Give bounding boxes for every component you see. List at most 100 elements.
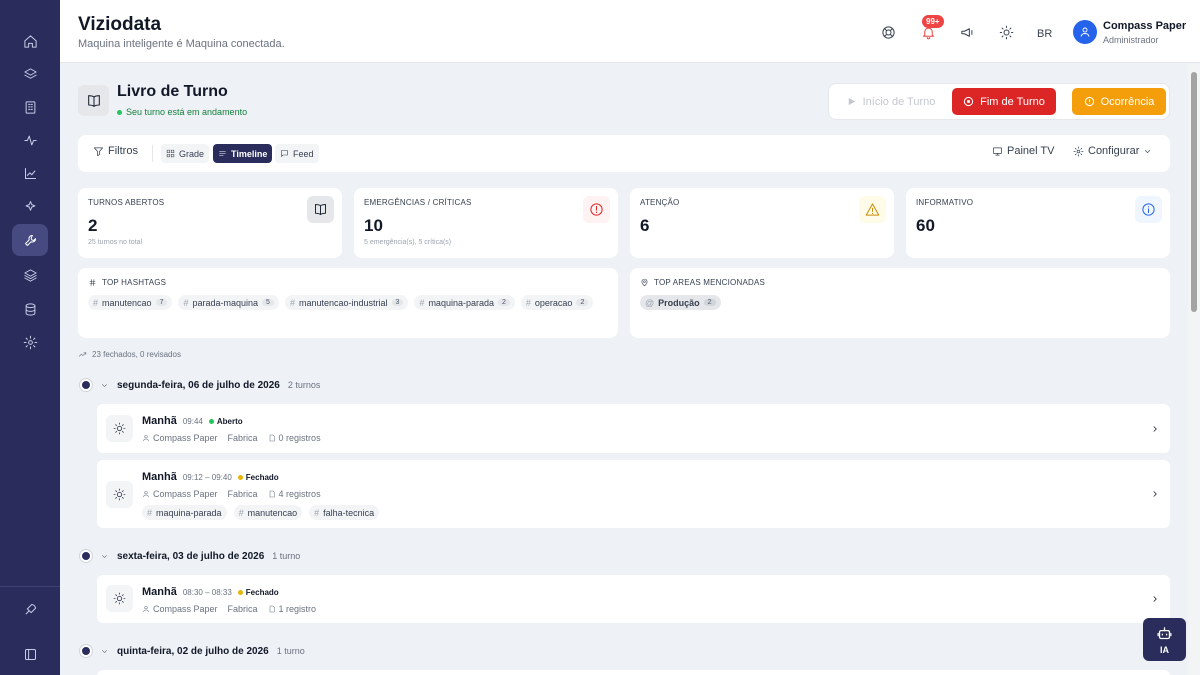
filters-button[interactable]: Filtros (93, 145, 138, 157)
tv-panel-button[interactable]: Painel TV (992, 145, 1055, 157)
language-selector[interactable]: BR (1037, 28, 1052, 40)
day-title: sexta-feira, 03 de julho de 2026 (117, 550, 265, 562)
area-text: Produção (658, 297, 700, 308)
home-icon[interactable] (12, 25, 48, 57)
hashtag-text: falha-tecnica (323, 507, 375, 518)
view-grid-label: Grade (179, 148, 205, 159)
view-grid-button[interactable]: Grade (161, 144, 210, 163)
shift-meta: Compass Paper Fabrica 0 registros (142, 433, 321, 443)
top-header: Viziodata Maquina inteligente é Maquina … (60, 0, 1200, 63)
hashtag-chip[interactable]: # maquina-parada 2 (414, 295, 515, 310)
configure-button[interactable]: Configurar (1073, 145, 1152, 157)
occurrence-button[interactable]: Ocorrência (1072, 88, 1166, 115)
avatar[interactable] (1073, 20, 1097, 44)
day-count: 1 turno (272, 551, 301, 561)
shift-card[interactable]: Manhã 09:12 – 09:40 Fechado Compass Pape… (97, 460, 1170, 528)
sidebar-toggle-icon[interactable] (12, 638, 48, 670)
hashtag-text: manutencao (247, 507, 298, 518)
ai-assistant-button[interactable]: IA (1143, 618, 1186, 661)
shift-card[interactable] (97, 670, 1170, 675)
shift-time: 08:30 – 08:33 (182, 587, 232, 597)
sun-icon (106, 415, 133, 442)
activity-icon[interactable] (12, 124, 48, 156)
shift-time: 09:12 – 09:40 (182, 472, 232, 482)
hashtag-count: 2 (576, 299, 589, 306)
sidebar-divider (0, 586, 60, 587)
building-icon[interactable] (12, 91, 48, 123)
timeline-dot (80, 645, 92, 657)
day-group-header[interactable]: sexta-feira, 03 de julho de 2026 1 turno (80, 549, 300, 563)
shift-status-indicator: Seu turno está em andamento (117, 107, 247, 117)
stack-icon[interactable] (12, 259, 48, 291)
chevron-right-icon[interactable] (1150, 489, 1160, 499)
hashtag-chip[interactable]: # manutencao-industrial 3 (284, 295, 409, 310)
shift-card[interactable]: Manhã 09:44 Aberto Compass Paper Fabrica… (97, 404, 1170, 453)
end-shift-label: Fim de Turno (980, 95, 1045, 108)
hashtag-chip[interactable]: # parada-maquina 5 (178, 295, 279, 310)
shift-name: Manhã (142, 586, 177, 598)
layers-icon[interactable] (12, 58, 48, 90)
notification-badge: 99+ (922, 15, 944, 28)
hashtag-chip[interactable]: # falha-tecnica (309, 505, 380, 520)
wrench-icon[interactable] (12, 224, 48, 256)
end-shift-button[interactable]: Fim de Turno (952, 88, 1056, 115)
filter-icon (94, 146, 103, 156)
user-name[interactable]: Compass Paper (1103, 20, 1186, 32)
shift-area: Fabrica (227, 433, 258, 443)
database-icon[interactable] (12, 293, 48, 325)
day-group-header[interactable]: segunda-feira, 06 de julho de 2026 2 tur… (80, 378, 320, 392)
stat-label: EMERGÊNCIAS / CRÍTICAS (364, 198, 472, 207)
gear-icon[interactable] (12, 326, 48, 358)
ai-assistant-label: IA (1160, 644, 1169, 655)
hashtag-text: maquina-parada (156, 507, 222, 518)
hashtag-chip[interactable]: # manutencao (233, 505, 303, 520)
stat-sub: 5 emergência(s), 5 crítica(s) (364, 239, 452, 246)
rocket-icon[interactable] (12, 593, 48, 625)
sparkles-icon[interactable] (12, 190, 48, 222)
sun-icon[interactable] (995, 21, 1017, 43)
shift-meta: Compass Paper Fabrica 4 registros (142, 489, 321, 499)
shift-status-text: Fechado (245, 587, 279, 597)
support-icon[interactable] (877, 21, 899, 43)
top-hashtags-card: TOP HASHTAGS # manutencao 7 # parada-maquin… (78, 268, 618, 338)
megaphone-icon[interactable] (956, 21, 978, 43)
scrollbar[interactable] (1188, 64, 1200, 675)
hashtag-chip[interactable]: # manutencao 7 (88, 295, 173, 310)
start-shift-button[interactable]: Início de Turno (833, 88, 948, 115)
chevron-down-icon[interactable] (100, 647, 109, 656)
filters-label: Filtros (108, 145, 138, 157)
chevron-down-icon[interactable] (100, 381, 109, 390)
day-group-header[interactable]: quinta-feira, 02 de julho de 2026 1 turn… (80, 644, 305, 658)
hashtag-chip[interactable]: # maquina-parada (142, 505, 227, 520)
configure-label: Configurar (1088, 145, 1140, 157)
hashtag-chip[interactable]: # operacao 2 (520, 295, 594, 310)
area-list: @ Produção 2 (640, 295, 1150, 310)
shift-tag-list: # maquina-parada # manutencao # falha-tecni… (142, 505, 380, 520)
view-timeline-button[interactable]: Timeline (213, 144, 273, 163)
day-title: segunda-feira, 06 de julho de 2026 (117, 379, 280, 391)
shift-user: Compass Paper (153, 489, 218, 499)
shift-heading: Manhã 09:12 – 09:40 Fechado (142, 471, 279, 483)
shift-heading: Manhã 08:30 – 08:33 Fechado (142, 586, 279, 598)
view-feed-button[interactable]: Feed (275, 144, 319, 163)
chevron-right-icon[interactable] (1150, 424, 1160, 434)
stat-card-emergencies: EMERGÊNCIAS / CRÍTICAS 10 5 emergência(s… (354, 188, 618, 258)
trending-up-icon (78, 352, 87, 357)
day-count: 1 turno (276, 646, 305, 656)
chevron-down-icon[interactable] (100, 552, 109, 561)
info-icon (1135, 196, 1162, 223)
shift-card[interactable]: Manhã 08:30 – 08:33 Fechado Compass Pape… (97, 575, 1170, 623)
top-areas-card: TOP AREAS MENCIONADAS @ Produção 2 (630, 268, 1170, 338)
chart-line-icon[interactable] (12, 157, 48, 189)
view-timeline-label: Timeline (231, 148, 268, 159)
hashtag-list: # manutencao 7 # parada-maquina 5 # manutenca… (88, 295, 598, 310)
list-icon (219, 150, 226, 157)
chevron-right-icon[interactable] (1150, 594, 1160, 604)
shift-user: Compass Paper (153, 433, 218, 443)
warning-icon (859, 196, 886, 223)
area-chip[interactable]: @ Produção 2 (640, 295, 721, 310)
shift-status-text: Seu turno está em andamento (126, 107, 248, 117)
stat-value: 6 (640, 216, 650, 235)
top-areas-title: TOP AREAS MENCIONADAS (654, 278, 766, 287)
scrollbar-thumb[interactable] (1191, 72, 1197, 312)
